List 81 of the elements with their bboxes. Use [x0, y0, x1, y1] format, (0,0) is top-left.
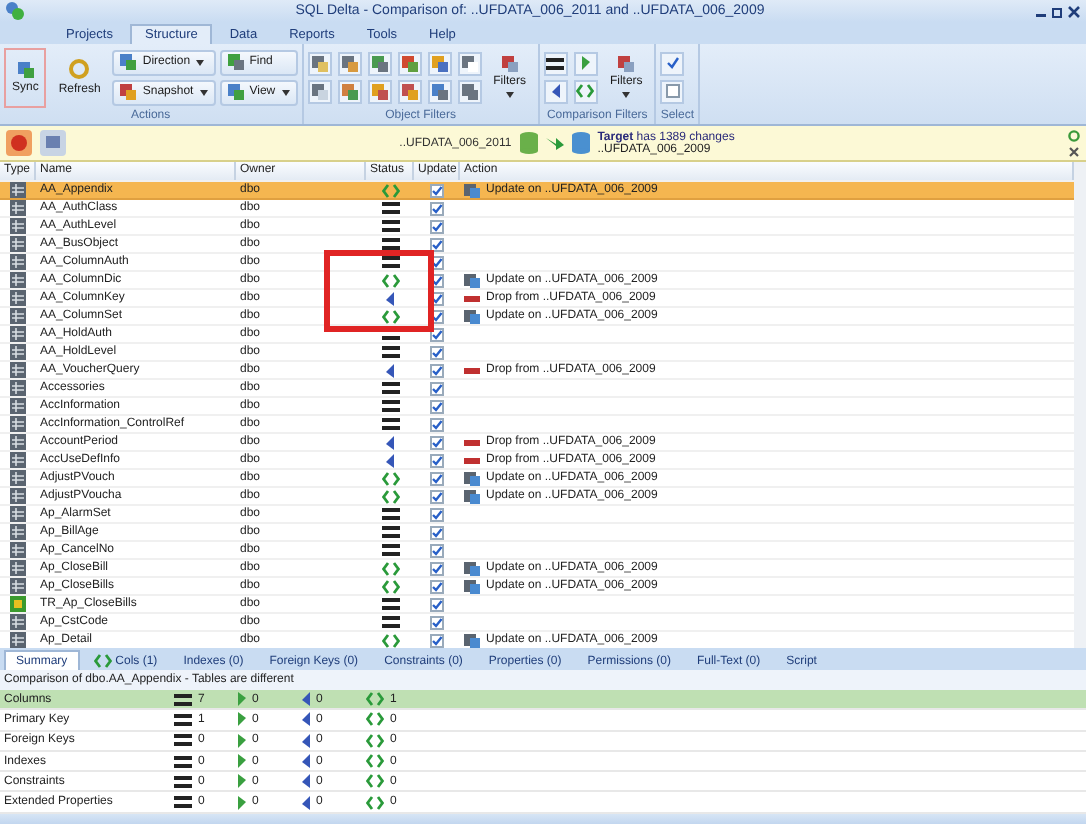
equal-icon [174, 713, 192, 726]
angle-brackets-icon [366, 774, 384, 789]
checkbox[interactable] [430, 633, 444, 647]
dash-icon [464, 295, 480, 301]
filter-toggle[interactable] [573, 51, 598, 75]
circle-icon[interactable] [1068, 129, 1080, 141]
database-icon [571, 132, 590, 154]
restore-icon[interactable] [1052, 5, 1064, 17]
caret-icon [196, 59, 205, 65]
filter-toggle[interactable] [307, 79, 332, 103]
equal-icon [546, 57, 565, 69]
dash-icon [464, 367, 480, 373]
checkbox[interactable] [430, 363, 444, 377]
checkbox[interactable] [430, 183, 444, 197]
check-icon [665, 56, 680, 70]
equal-icon [174, 775, 192, 788]
filter-toggle[interactable] [573, 79, 598, 103]
update-icon [464, 309, 480, 323]
filter-toggle[interactable] [367, 79, 392, 103]
angle-brackets-icon [366, 795, 384, 810]
checkbox[interactable] [430, 489, 444, 503]
equal-icon [174, 796, 192, 809]
angle-brackets-icon [366, 754, 384, 769]
checkbox[interactable] [430, 597, 444, 611]
left-triangle-icon [551, 84, 560, 98]
checkbox[interactable] [430, 381, 444, 395]
equal-icon [174, 755, 192, 768]
caret-icon [505, 92, 514, 98]
update-icon [464, 273, 480, 287]
caret-icon [199, 89, 208, 95]
filter-toggle[interactable] [457, 51, 482, 75]
equal-icon [174, 693, 192, 706]
filter-toggle[interactable] [337, 51, 362, 75]
angle-brackets-icon [366, 733, 384, 748]
filter-toggle[interactable] [337, 79, 362, 103]
database-icon [519, 132, 538, 154]
angle-brackets-icon [366, 692, 384, 707]
filter-toggle[interactable] [397, 51, 422, 75]
checkbox[interactable] [430, 435, 444, 449]
filter-toggle[interactable] [543, 79, 568, 103]
monitor-icon[interactable] [40, 130, 66, 156]
filter-toggle[interactable] [307, 51, 332, 75]
filter-toggle[interactable] [457, 79, 482, 103]
filter-toggle[interactable] [397, 79, 422, 103]
checkbox[interactable] [430, 543, 444, 557]
close-icon[interactable] [1068, 145, 1080, 157]
checkbox[interactable] [430, 201, 444, 215]
angle-brackets-icon [576, 84, 595, 98]
caret-icon [281, 89, 290, 95]
checkbox[interactable] [430, 507, 444, 521]
checkbox[interactable] [430, 615, 444, 629]
update-icon [464, 183, 480, 197]
filter-toggle[interactable] [367, 51, 392, 75]
select-all-button[interactable] [660, 51, 685, 75]
checkbox[interactable] [430, 471, 444, 485]
close-icon[interactable] [1068, 5, 1080, 17]
checkbox[interactable] [430, 561, 444, 575]
trigger-icon [10, 596, 26, 612]
empty-box-icon [665, 84, 680, 98]
checkbox[interactable] [430, 345, 444, 359]
checkbox[interactable] [430, 453, 444, 467]
filter-toggle[interactable] [427, 51, 452, 75]
checkbox[interactable] [430, 399, 444, 413]
right-triangle-icon [581, 56, 590, 70]
equal-icon [174, 734, 192, 747]
filter-toggle[interactable] [427, 79, 452, 103]
highlight-frame [324, 250, 434, 332]
filter-toggle[interactable] [543, 51, 568, 75]
angle-brackets-icon [366, 712, 384, 727]
checkbox[interactable] [430, 237, 444, 251]
checkbox[interactable] [430, 579, 444, 593]
checkbox[interactable] [430, 417, 444, 431]
arrow-icon [545, 136, 564, 150]
checkbox[interactable] [430, 219, 444, 233]
checkbox[interactable] [430, 525, 444, 539]
app-logo-icon [6, 2, 24, 20]
select-none-button[interactable] [660, 79, 685, 103]
checkbox[interactable] [430, 327, 444, 341]
update-icon [464, 633, 480, 647]
stop-icon[interactable] [6, 130, 32, 156]
caret-icon [622, 92, 631, 98]
